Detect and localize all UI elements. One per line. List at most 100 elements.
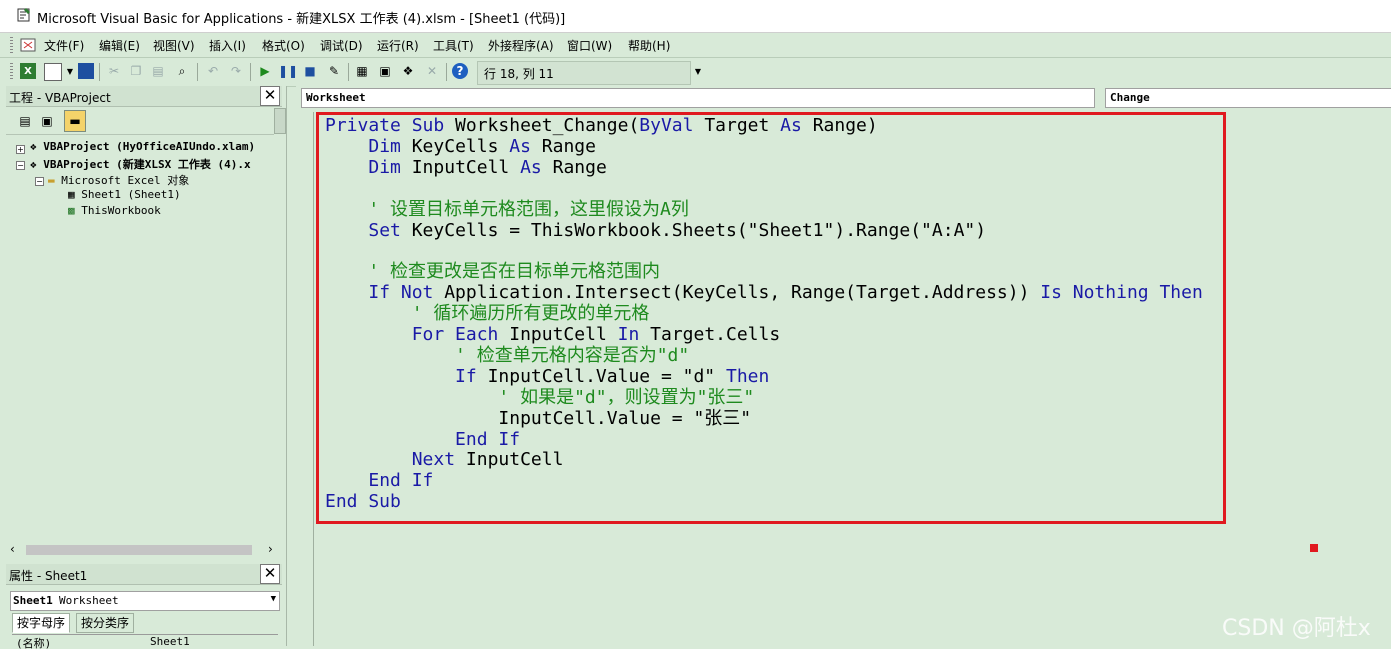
tree-item-label: VBAProject (新建XLSX 工作表 (4).x bbox=[43, 158, 251, 171]
standard-toolbar: X ▼ ✂ ❐ ▤ ⌕ ↶ ↷ ▶ ❚❚ ■ ✎ ▦ ▣ ❖ ✕ ? 行 18,… bbox=[0, 58, 1391, 87]
menu-view[interactable]: 视图(V) bbox=[153, 37, 195, 54]
redo-icon[interactable]: ↷ bbox=[228, 63, 244, 79]
break-icon[interactable]: ❚❚ bbox=[278, 63, 298, 79]
insert-userform-icon[interactable] bbox=[44, 63, 62, 81]
tab-alphabetic[interactable]: 按字母序 bbox=[12, 613, 71, 633]
paste-icon[interactable]: ▤ bbox=[150, 63, 166, 79]
toolbar-separator bbox=[446, 63, 447, 81]
properties-pane-header: 属性 - Sheet1 ✕ bbox=[6, 564, 282, 585]
tree-item-hyoffice[interactable]: ❖ VBAProject (HyOfficeAIUndo.xlam) bbox=[30, 140, 255, 153]
menu-help[interactable]: 帮助(H) bbox=[628, 37, 670, 54]
undo-icon[interactable]: ↶ bbox=[205, 63, 221, 79]
tree-item-label: Microsoft Excel 对象 bbox=[61, 174, 190, 187]
cut-icon[interactable]: ✂ bbox=[106, 63, 122, 79]
help-icon[interactable]: ? bbox=[452, 63, 468, 79]
project-toolbar: ▤ ▣ ▬ bbox=[6, 110, 282, 132]
object-type: Worksheet bbox=[59, 594, 119, 607]
project-pane-scroll[interactable] bbox=[274, 108, 286, 134]
properties-object-select[interactable]: Sheet1 Worksheet ▼ bbox=[10, 591, 280, 611]
property-name: (名称) bbox=[16, 637, 52, 649]
property-value: Sheet1 bbox=[150, 635, 190, 648]
menubar-grip[interactable] bbox=[10, 37, 13, 53]
excel-view-icon[interactable] bbox=[20, 37, 36, 53]
object-name: Sheet1 bbox=[13, 594, 53, 607]
expand-icon[interactable]: + bbox=[16, 145, 25, 154]
menu-bar: 文件(F) 编辑(E) 视图(V) 插入(I) 格式(O) 调试(D) 运行(R… bbox=[0, 33, 1391, 58]
project-explorer-icon[interactable]: ▦ bbox=[354, 63, 370, 79]
chevron-down-icon[interactable]: ▼ bbox=[62, 63, 78, 79]
tree-item-excel-objects[interactable]: ▬ Microsoft Excel 对象 bbox=[48, 172, 189, 188]
workbook-icon: ▩ bbox=[68, 204, 75, 217]
reset-icon[interactable]: ■ bbox=[302, 63, 318, 79]
vba-app-icon bbox=[17, 8, 30, 22]
toolbar-separator bbox=[197, 63, 198, 81]
object-browser-icon[interactable]: ❖ bbox=[400, 63, 416, 79]
save-icon[interactable] bbox=[78, 63, 94, 79]
run-icon[interactable]: ▶ bbox=[257, 63, 273, 79]
view-excel-icon[interactable]: X bbox=[20, 63, 36, 79]
watermark: CSDN @阿杜x bbox=[1222, 616, 1371, 641]
tree-item-label: ThisWorkbook bbox=[81, 204, 161, 217]
code-window-header: Worksheet ⌄ Change bbox=[296, 86, 1391, 110]
find-icon[interactable]: ⌕ bbox=[174, 63, 190, 79]
menu-edit[interactable]: 编辑(E) bbox=[99, 37, 140, 54]
toolbar-grip[interactable] bbox=[10, 63, 13, 81]
properties-pane-title: 属性 - Sheet1 bbox=[9, 569, 88, 583]
tab-categorized[interactable]: 按分类序 bbox=[76, 613, 135, 633]
property-row[interactable]: (名称) Sheet1 bbox=[12, 634, 278, 649]
scroll-thumb[interactable] bbox=[26, 545, 252, 555]
toolbar-separator bbox=[348, 63, 349, 81]
object-combo[interactable]: Worksheet ⌄ bbox=[301, 88, 1095, 108]
chevron-down-icon: ▼ bbox=[270, 594, 276, 604]
highlight-annotation-box bbox=[316, 112, 1226, 524]
view-code-icon[interactable]: ▤ bbox=[14, 110, 36, 132]
toolbar-options-icon[interactable]: ▼ bbox=[690, 63, 706, 79]
cursor-position: 行 18, 列 11 bbox=[477, 61, 691, 85]
vbaproject-icon: ❖ bbox=[30, 158, 37, 171]
procedure-combo-value: Change bbox=[1110, 91, 1150, 104]
red-marker bbox=[1310, 544, 1318, 552]
menu-file[interactable]: 文件(F) bbox=[44, 37, 84, 54]
tree-item-sheet1[interactable]: ▦ Sheet1 (Sheet1) bbox=[68, 188, 181, 201]
menu-insert[interactable]: 插入(I) bbox=[209, 37, 246, 54]
folder-icon: ▬ bbox=[48, 174, 55, 187]
menu-tools[interactable]: 工具(T) bbox=[433, 37, 474, 54]
properties-window-icon[interactable]: ▣ bbox=[377, 63, 393, 79]
design-mode-icon[interactable]: ✎ bbox=[326, 63, 342, 79]
properties-tabs: 按字母序 按分类序 bbox=[10, 613, 280, 633]
close-icon[interactable]: ✕ bbox=[260, 564, 280, 584]
toolbar-separator bbox=[99, 63, 100, 81]
project-tree: + ❖ VBAProject (HyOfficeAIUndo.xlam) − ❖… bbox=[6, 134, 274, 545]
menu-debug[interactable]: 调试(D) bbox=[320, 37, 363, 54]
toolbox-icon[interactable]: ✕ bbox=[424, 63, 440, 79]
title-bar: Microsoft Visual Basic for Applications … bbox=[0, 0, 1391, 33]
tree-item-label: Sheet1 (Sheet1) bbox=[81, 188, 181, 201]
window-title: Microsoft Visual Basic for Applications … bbox=[37, 12, 566, 27]
vbaproject-icon: ❖ bbox=[30, 140, 37, 153]
chevron-left-icon[interactable]: ‹ bbox=[10, 542, 15, 556]
collapse-icon[interactable]: − bbox=[16, 161, 25, 170]
tree-item-workbook[interactable]: ❖ VBAProject (新建XLSX 工作表 (4).x bbox=[30, 156, 251, 172]
toggle-folders-icon[interactable]: ▬ bbox=[64, 110, 86, 132]
copy-icon[interactable]: ❐ bbox=[128, 63, 144, 79]
menu-run[interactable]: 运行(R) bbox=[377, 37, 419, 54]
menu-window[interactable]: 窗口(W) bbox=[567, 37, 612, 54]
left-pane: 工程 - VBAProject ✕ ▤ ▣ ▬ + ❖ VBAProject (… bbox=[0, 86, 287, 646]
cursor-position-text: 行 18, 列 11 bbox=[484, 67, 554, 81]
tree-item-thisworkbook[interactable]: ▩ ThisWorkbook bbox=[68, 204, 161, 217]
menu-addins[interactable]: 外接程序(A) bbox=[488, 37, 554, 54]
tree-item-label: VBAProject (HyOfficeAIUndo.xlam) bbox=[43, 140, 256, 153]
collapse-icon[interactable]: − bbox=[35, 177, 44, 186]
procedure-combo[interactable]: Change bbox=[1105, 88, 1391, 108]
code-margin bbox=[296, 112, 314, 646]
close-icon[interactable]: ✕ bbox=[260, 86, 280, 106]
worksheet-icon: ▦ bbox=[68, 188, 75, 201]
chevron-right-icon[interactable]: › bbox=[268, 542, 273, 556]
view-object-icon[interactable]: ▣ bbox=[36, 110, 58, 132]
chevron-down-icon: ⌄ bbox=[306, 90, 313, 101]
project-horizontal-scrollbar[interactable]: ‹ › bbox=[10, 542, 280, 557]
menu-format[interactable]: 格式(O) bbox=[262, 37, 305, 54]
project-pane-header: 工程 - VBAProject ✕ bbox=[6, 86, 282, 107]
project-pane-title: 工程 - VBAProject bbox=[9, 91, 111, 105]
toolbar-separator bbox=[250, 63, 251, 81]
